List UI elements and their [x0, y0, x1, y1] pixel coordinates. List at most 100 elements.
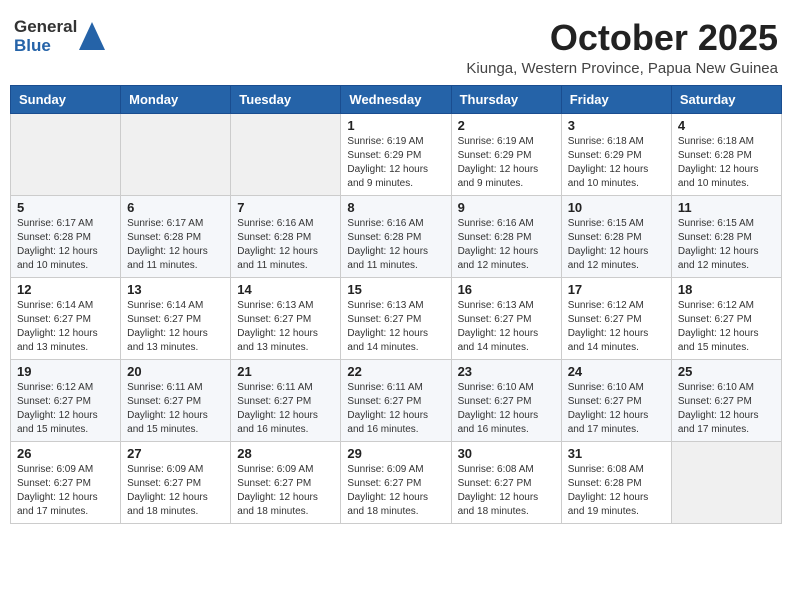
day-number: 4 — [678, 118, 775, 133]
day-info: Sunrise: 6:10 AMSunset: 6:27 PMDaylight:… — [458, 381, 555, 437]
calendar-cell: 29 Sunrise: 6:09 AMSunset: 6:27 PMDayligh… — [341, 441, 451, 523]
day-number: 15 — [347, 282, 444, 297]
calendar-cell: 9Sunrise: 6:16 AMSunset: 6:28 PMDaylight… — [451, 195, 561, 277]
day-info: Sunrise: 6:11 AMSunset: 6:27 PMDaylight:… — [347, 381, 444, 437]
day-info: Sunrise: 6:10 AMSunset: 6:27 PMDaylight:… — [678, 381, 775, 437]
logo: General Blue — [14, 18, 105, 55]
calendar-cell: 31Sunrise: 6:08 AMSunset: 6:28 PMDayligh… — [561, 441, 671, 523]
day-info: Sunrise: 6:18 AMSunset: 6:28 PMDaylight:… — [678, 135, 775, 191]
month-title: October 2025 — [466, 18, 778, 58]
calendar-cell: 24Sunrise: 6:10 AMSunset: 6:27 PMDayligh… — [561, 359, 671, 441]
calendar-cell: 4 Sunrise: 6:18 AMSunset: 6:28 PMDaylight… — [671, 113, 781, 195]
calendar-cell: 2 Sunrise: 6:19 AMSunset: 6:29 PMDaylight… — [451, 113, 561, 195]
day-info: Sunrise: 6:17 AMSunset: 6:28 PMDaylight:… — [127, 217, 224, 273]
day-number: 14 — [237, 282, 334, 297]
day-number: 30 — [458, 446, 555, 461]
day-number: 6 — [127, 200, 224, 215]
calendar-cell — [121, 113, 231, 195]
day-number: 26 — [17, 446, 114, 461]
calendar-cell — [11, 113, 121, 195]
day-number: 10 — [568, 200, 665, 215]
calendar-week-3: 12 Sunrise: 6:14 AMSunset: 6:27 PMDayligh… — [11, 277, 782, 359]
day-number: 21 — [237, 364, 334, 379]
day-info: Sunrise: 6:16 AMSunset: 6:28 PMDaylight:… — [347, 217, 444, 273]
calendar-cell: 1 Sunrise: 6:19 AMSunset: 6:29 PMDaylight… — [341, 113, 451, 195]
day-info: Sunrise: 6:17 AMSunset: 6:28 PMDaylight:… — [17, 217, 114, 273]
day-info: Sunrise: 6:10 AMSunset: 6:27 PMDaylight:… — [568, 381, 665, 437]
calendar-cell — [671, 441, 781, 523]
header-sunday: Sunday — [11, 85, 121, 113]
day-info: Sunrise: 6:13 AMSunset: 6:27 PMDaylight:… — [237, 299, 334, 355]
day-number: 19 — [17, 364, 114, 379]
day-info: Sunrise: 6:11 AMSunset: 6:27 PMDaylight:… — [237, 381, 334, 437]
day-info: Sunrise: 6:15 AMSunset: 6:28 PMDaylight:… — [678, 217, 775, 273]
calendar-cell: 20 Sunrise: 6:11 AMSunset: 6:27 PMDayligh… — [121, 359, 231, 441]
calendar-cell: 8 Sunrise: 6:16 AMSunset: 6:28 PMDaylight… — [341, 195, 451, 277]
calendar-cell: 25 Sunrise: 6:10 AMSunset: 6:27 PMDayligh… — [671, 359, 781, 441]
calendar-cell: 13Sunrise: 6:14 AMSunset: 6:27 PMDayligh… — [121, 277, 231, 359]
day-number: 23 — [458, 364, 555, 379]
calendar-cell: 22 Sunrise: 6:11 AMSunset: 6:27 PMDayligh… — [341, 359, 451, 441]
title-section: October 2025 Kiunga, Western Province, P… — [466, 18, 778, 77]
header-wednesday: Wednesday — [341, 85, 451, 113]
header-thursday: Thursday — [451, 85, 561, 113]
calendar-week-5: 26 Sunrise: 6:09 AMSunset: 6:27 PMDayligh… — [11, 441, 782, 523]
day-info: Sunrise: 6:12 AMSunset: 6:27 PMDaylight:… — [17, 381, 114, 437]
day-info: Sunrise: 6:13 AMSunset: 6:27 PMDaylight:… — [347, 299, 444, 355]
day-info: Sunrise: 6:18 AMSunset: 6:29 PMDaylight:… — [568, 135, 665, 191]
page-header: General Blue October 2025 Kiunga, Wester… — [10, 10, 782, 81]
day-number: 11 — [678, 200, 775, 215]
calendar-cell: 11 Sunrise: 6:15 AMSunset: 6:28 PMDayligh… — [671, 195, 781, 277]
calendar-cell: 19 Sunrise: 6:12 AMSunset: 6:27 PMDayligh… — [11, 359, 121, 441]
day-info: Sunrise: 6:15 AMSunset: 6:28 PMDaylight:… — [568, 217, 665, 273]
day-info: Sunrise: 6:14 AMSunset: 6:27 PMDaylight:… — [127, 299, 224, 355]
day-number: 2 — [458, 118, 555, 133]
day-info: Sunrise: 6:14 AMSunset: 6:27 PMDaylight:… — [17, 299, 114, 355]
calendar-cell: 10 Sunrise: 6:15 AMSunset: 6:28 PMDayligh… — [561, 195, 671, 277]
calendar-cell: 3 Sunrise: 6:18 AMSunset: 6:29 PMDaylight… — [561, 113, 671, 195]
calendar-header-row: SundayMondayTuesdayWednesdayThursdayFrid… — [11, 85, 782, 113]
day-info: Sunrise: 6:16 AMSunset: 6:28 PMDaylight:… — [237, 217, 334, 273]
calendar-cell: 17Sunrise: 6:12 AMSunset: 6:27 PMDayligh… — [561, 277, 671, 359]
calendar-cell: 16 Sunrise: 6:13 AMSunset: 6:27 PMDayligh… — [451, 277, 561, 359]
calendar-cell: 23 Sunrise: 6:10 AMSunset: 6:27 PMDayligh… — [451, 359, 561, 441]
calendar-table: SundayMondayTuesdayWednesdayThursdayFrid… — [10, 85, 782, 524]
day-number: 1 — [347, 118, 444, 133]
day-info: Sunrise: 6:19 AMSunset: 6:29 PMDaylight:… — [347, 135, 444, 191]
day-number: 16 — [458, 282, 555, 297]
day-info: Sunrise: 6:09 AMSunset: 6:27 PMDaylight:… — [237, 463, 334, 519]
day-number: 8 — [347, 200, 444, 215]
calendar-cell: 18Sunrise: 6:12 AMSunset: 6:27 PMDayligh… — [671, 277, 781, 359]
day-number: 12 — [17, 282, 114, 297]
day-number: 9 — [458, 200, 555, 215]
day-info: Sunrise: 6:08 AMSunset: 6:27 PMDaylight:… — [458, 463, 555, 519]
day-number: 25 — [678, 364, 775, 379]
calendar-week-1: 1 Sunrise: 6:19 AMSunset: 6:29 PMDaylight… — [11, 113, 782, 195]
day-number: 20 — [127, 364, 224, 379]
calendar-cell: 27Sunrise: 6:09 AMSunset: 6:27 PMDayligh… — [121, 441, 231, 523]
calendar-cell: 5 Sunrise: 6:17 AMSunset: 6:28 PMDaylight… — [11, 195, 121, 277]
day-info: Sunrise: 6:11 AMSunset: 6:27 PMDaylight:… — [127, 381, 224, 437]
header-saturday: Saturday — [671, 85, 781, 113]
calendar-cell: 6 Sunrise: 6:17 AMSunset: 6:28 PMDaylight… — [121, 195, 231, 277]
day-number: 3 — [568, 118, 665, 133]
calendar-cell: 15 Sunrise: 6:13 AMSunset: 6:27 PMDayligh… — [341, 277, 451, 359]
day-info: Sunrise: 6:09 AMSunset: 6:27 PMDaylight:… — [127, 463, 224, 519]
day-info: Sunrise: 6:09 AMSunset: 6:27 PMDaylight:… — [347, 463, 444, 519]
day-number: 28 — [237, 446, 334, 461]
day-info: Sunrise: 6:13 AMSunset: 6:27 PMDaylight:… — [458, 299, 555, 355]
day-number: 31 — [568, 446, 665, 461]
logo-blue: Blue — [14, 37, 77, 56]
header-tuesday: Tuesday — [231, 85, 341, 113]
calendar-cell: 14 Sunrise: 6:13 AMSunset: 6:27 PMDayligh… — [231, 277, 341, 359]
day-number: 5 — [17, 200, 114, 215]
calendar-week-2: 5 Sunrise: 6:17 AMSunset: 6:28 PMDaylight… — [11, 195, 782, 277]
day-number: 17 — [568, 282, 665, 297]
day-number: 29 — [347, 446, 444, 461]
logo-icon — [79, 22, 105, 52]
day-number: 18 — [678, 282, 775, 297]
calendar-cell — [231, 113, 341, 195]
day-info: Sunrise: 6:19 AMSunset: 6:29 PMDaylight:… — [458, 135, 555, 191]
calendar-cell: 28 Sunrise: 6:09 AMSunset: 6:27 PMDayligh… — [231, 441, 341, 523]
day-number: 22 — [347, 364, 444, 379]
